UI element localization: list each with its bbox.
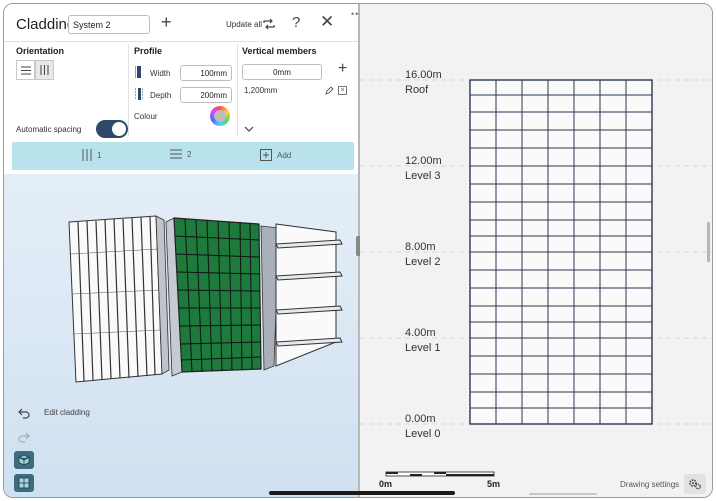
- level-label-roof: 16.00m Roof: [405, 68, 442, 98]
- panel-header: Cladding + Update all ? ✕: [4, 4, 358, 42]
- vertical-lines-icon: [40, 65, 49, 75]
- level-elevation: 8.00m: [405, 241, 436, 253]
- plan-view-button[interactable]: [14, 474, 34, 492]
- column-divider: [128, 44, 129, 136]
- delete-icon[interactable]: ×: [338, 86, 347, 95]
- secondary-indicator: [529, 493, 597, 495]
- undo-icon: [18, 408, 30, 419]
- tab-vertical-count: 1: [97, 150, 102, 160]
- colour-picker[interactable]: [210, 106, 230, 126]
- drawing-settings-label: Drawing settings: [620, 480, 680, 489]
- plus-icon[interactable]: +: [161, 12, 172, 33]
- horizontal-fin-panel: [260, 223, 343, 371]
- tab-horizontal[interactable]: 2: [170, 149, 191, 159]
- automatic-spacing-label: Automatic spacing: [16, 125, 82, 134]
- tab-vertical[interactable]: 1: [82, 149, 101, 161]
- colour-label: Colour: [134, 112, 158, 121]
- level-elevation: 4.00m: [405, 327, 436, 339]
- panel-title: Cladding: [16, 16, 76, 33]
- chevron-down-icon[interactable]: [244, 125, 254, 133]
- app-window: Edit cladding Cladding + Update all ?: [3, 3, 713, 498]
- vertical-slat-panel: [68, 215, 170, 383]
- scale-bar: [385, 471, 495, 477]
- gears-icon: [689, 479, 701, 490]
- automatic-spacing-toggle[interactable]: [96, 120, 128, 138]
- width-label: Width: [150, 69, 171, 78]
- cladding-panel: Cladding + Update all ? ✕ Orientation: [4, 4, 358, 174]
- 3d-view-button[interactable]: [14, 451, 34, 469]
- member-spacing-value: 1,200mm: [244, 86, 278, 95]
- home-indicator[interactable]: [269, 491, 455, 495]
- profile-heading: Profile: [134, 46, 163, 56]
- depth-input[interactable]: [180, 87, 232, 103]
- level-elevation: 12.00m: [405, 155, 442, 167]
- system-name-input[interactable]: [68, 15, 150, 34]
- grid-icon: [18, 477, 30, 489]
- add-member-button[interactable]: +: [338, 60, 347, 78]
- tab-horizontal-count: 2: [187, 149, 192, 159]
- level-elevation: 0.00m: [405, 413, 436, 425]
- level-elevation: 16.00m: [405, 69, 442, 81]
- vertical-orientation-button[interactable]: [35, 60, 54, 80]
- cube-icon: [18, 454, 30, 466]
- horizontal-lines-icon: [170, 149, 182, 159]
- undo-button[interactable]: [14, 404, 34, 422]
- level-name: Level 2: [405, 256, 441, 268]
- horizontal-lines-icon: [20, 66, 31, 74]
- orientation-heading: Orientation: [16, 46, 65, 56]
- left-pane: Edit cladding Cladding + Update all ?: [4, 4, 358, 497]
- tab-add-label: Add: [277, 150, 292, 160]
- tab-add[interactable]: Add: [260, 149, 291, 161]
- level-label-0: 0.00m Level 0: [405, 412, 440, 442]
- width-icon: [135, 66, 141, 78]
- green-grid-panel: [165, 217, 262, 377]
- level-name: Level 1: [405, 342, 441, 354]
- vertical-lines-icon: [82, 149, 92, 161]
- sync-icon[interactable]: [262, 17, 276, 31]
- depth-label: Depth: [150, 91, 172, 100]
- help-icon[interactable]: ?: [292, 14, 300, 31]
- level-name: Roof: [405, 84, 429, 96]
- redo-icon: [18, 432, 30, 443]
- orientation-toggle: [16, 60, 54, 80]
- level-name: Level 3: [405, 170, 441, 182]
- column-divider: [237, 44, 238, 136]
- update-all-label[interactable]: Update all: [226, 20, 262, 29]
- vertical-members-heading: Vertical members: [242, 46, 317, 56]
- close-icon[interactable]: ✕: [320, 12, 334, 32]
- right-edge-handle[interactable]: [707, 222, 710, 262]
- member-offset-input[interactable]: [242, 64, 322, 80]
- scale-start-label: 0m: [379, 479, 393, 489]
- edit-cladding-label: Edit cladding: [44, 408, 90, 417]
- cladding-3d-model: [68, 215, 343, 383]
- level-label-1: 4.00m Level 1: [405, 326, 440, 356]
- depth-icon: [135, 88, 143, 100]
- level-label-2: 8.00m Level 2: [405, 240, 440, 270]
- drawing-settings-button[interactable]: [684, 474, 706, 494]
- redo-button[interactable]: [14, 428, 34, 446]
- add-box-icon: [260, 149, 272, 161]
- horizontal-orientation-button[interactable]: [16, 60, 35, 80]
- scale-end-label: 5m: [487, 479, 501, 489]
- elevation-drawing[interactable]: 16.00m Roof 12.00m Level 3 8.00m Level 2…: [360, 4, 712, 497]
- edit-icon[interactable]: [325, 86, 334, 95]
- cladding-tabbar: 1 2 Add: [12, 142, 354, 170]
- level-name: Level 0: [405, 428, 441, 440]
- level-label-3: 12.00m Level 3: [405, 154, 442, 184]
- width-input[interactable]: [180, 65, 232, 81]
